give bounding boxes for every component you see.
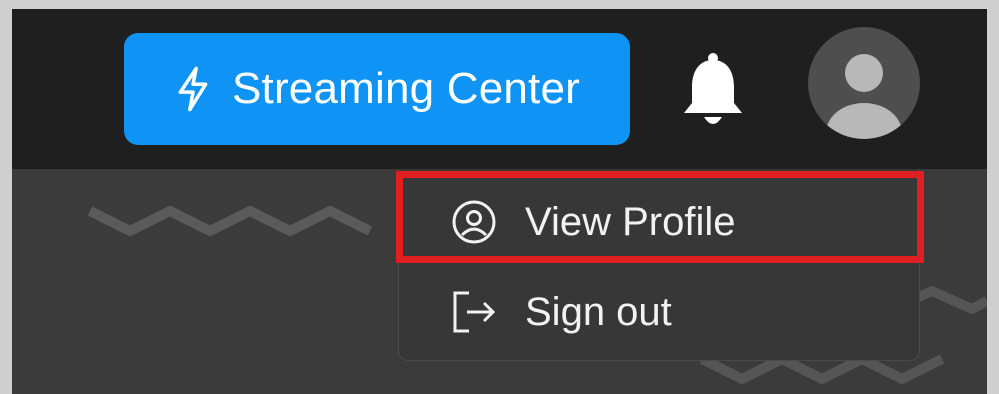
user-avatar-icon [826, 54, 902, 139]
view-profile-label: View Profile [525, 199, 736, 244]
sign-out-menu-item[interactable]: Sign out [399, 269, 921, 355]
sign-out-icon [453, 291, 496, 333]
top-navigation-bar: Streaming Center [12, 9, 987, 169]
profile-dropdown-menu: View Profile Sign out [398, 169, 920, 361]
user-avatar-button[interactable] [808, 27, 920, 139]
streaming-center-button[interactable]: Streaming Center [124, 33, 630, 145]
bell-icon[interactable] [680, 51, 746, 131]
app-window: Streaming Center View Profile Sign out [12, 9, 987, 394]
sign-out-label: Sign out [525, 289, 672, 334]
user-circle-icon [452, 200, 496, 244]
view-profile-menu-item[interactable]: View Profile [399, 179, 921, 265]
lightning-bolt-icon [178, 66, 208, 112]
streaming-center-label: Streaming Center [231, 64, 581, 113]
